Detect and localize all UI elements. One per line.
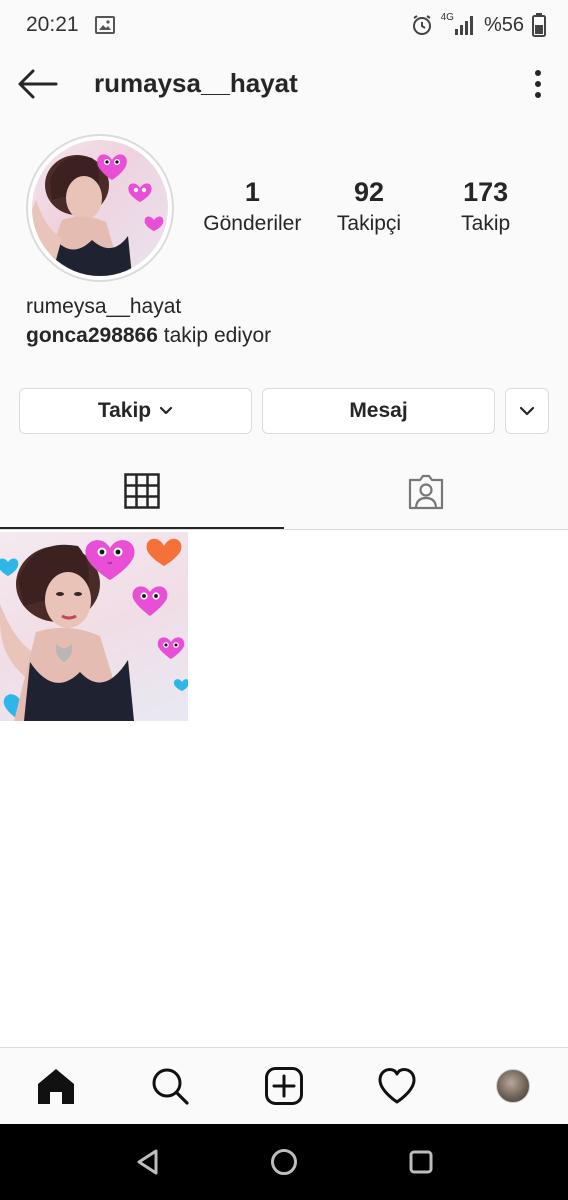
nav-activity[interactable] (377, 1066, 417, 1106)
message-button[interactable]: Mesaj (262, 388, 495, 434)
add-post-icon (265, 1067, 303, 1105)
chevron-down-icon (519, 406, 535, 416)
profile-tabs (0, 454, 568, 530)
home-circle-icon (271, 1149, 297, 1175)
tab-posts-grid[interactable] (0, 454, 284, 529)
network-label: 4G (440, 11, 454, 23)
follow-button[interactable]: Takip (19, 388, 252, 434)
stat-posts[interactable]: 1 Gönderiler (194, 176, 311, 236)
system-back-button[interactable] (128, 1144, 168, 1180)
recents-square-icon (409, 1150, 433, 1174)
following-label: Takip (461, 212, 511, 235)
profile-header: rumaysa__hayat (0, 50, 568, 118)
suggested-accounts-button[interactable] (505, 388, 549, 434)
follow-label: Takip (97, 399, 152, 422)
profile-name: rumeysa__hayat (26, 295, 182, 318)
header-username: rumaysa__hayat (94, 68, 298, 98)
system-recents-button[interactable] (401, 1144, 441, 1180)
following-count: 173 (463, 177, 509, 207)
followed-by-user[interactable]: gonca298866 (26, 324, 158, 347)
profile-picture (32, 140, 168, 276)
grid-icon (124, 472, 160, 509)
system-navigation-bar (0, 1124, 568, 1200)
chevron-down-icon (160, 406, 173, 415)
nav-search[interactable] (150, 1066, 190, 1106)
tab-tagged[interactable] (284, 454, 568, 530)
stat-followers[interactable]: 92 Takipçi (311, 176, 428, 236)
followers-count: 92 (353, 177, 385, 207)
status-indicators: 4G %56 (411, 11, 546, 37)
nav-home[interactable] (36, 1066, 76, 1106)
status-bar: 20:21 4G %56 (0, 0, 568, 50)
followed-by[interactable]: gonca298866 takip ediyor (26, 324, 271, 348)
post-thumbnail[interactable] (0, 532, 188, 721)
profile-avatar[interactable] (26, 134, 174, 282)
system-home-button[interactable] (264, 1144, 304, 1180)
battery-percent: %56 (483, 13, 524, 36)
back-button[interactable] (16, 64, 60, 104)
more-vertical-icon (535, 70, 541, 76)
status-time: 20:21 (26, 13, 79, 36)
posts-label: Gönderiler (203, 212, 302, 235)
home-icon (38, 1069, 74, 1104)
bottom-navigation (0, 1047, 568, 1124)
stat-following[interactable]: 173 Takip (427, 176, 544, 236)
heart-icon (378, 1068, 416, 1104)
alarm-icon (412, 15, 431, 35)
profile-stats: 1 Gönderiler 92 Takipçi 173 Takip (194, 176, 544, 236)
signal-icon (454, 16, 473, 35)
posts-count: 1 (244, 177, 260, 207)
arrow-left-icon (18, 69, 58, 99)
nav-profile[interactable] (493, 1066, 533, 1106)
nav-new-post[interactable] (264, 1066, 304, 1106)
profile-avatar-icon (496, 1069, 530, 1103)
followed-by-text: takip ediyor (157, 324, 272, 347)
followers-label: Takipçi (336, 212, 402, 235)
search-icon (152, 1068, 189, 1105)
image-icon (94, 16, 115, 34)
tagged-icon (408, 474, 444, 510)
back-triangle-icon (137, 1149, 158, 1175)
battery-icon (532, 13, 546, 37)
message-label: Mesaj (349, 399, 408, 422)
more-options-button[interactable] (526, 66, 550, 102)
